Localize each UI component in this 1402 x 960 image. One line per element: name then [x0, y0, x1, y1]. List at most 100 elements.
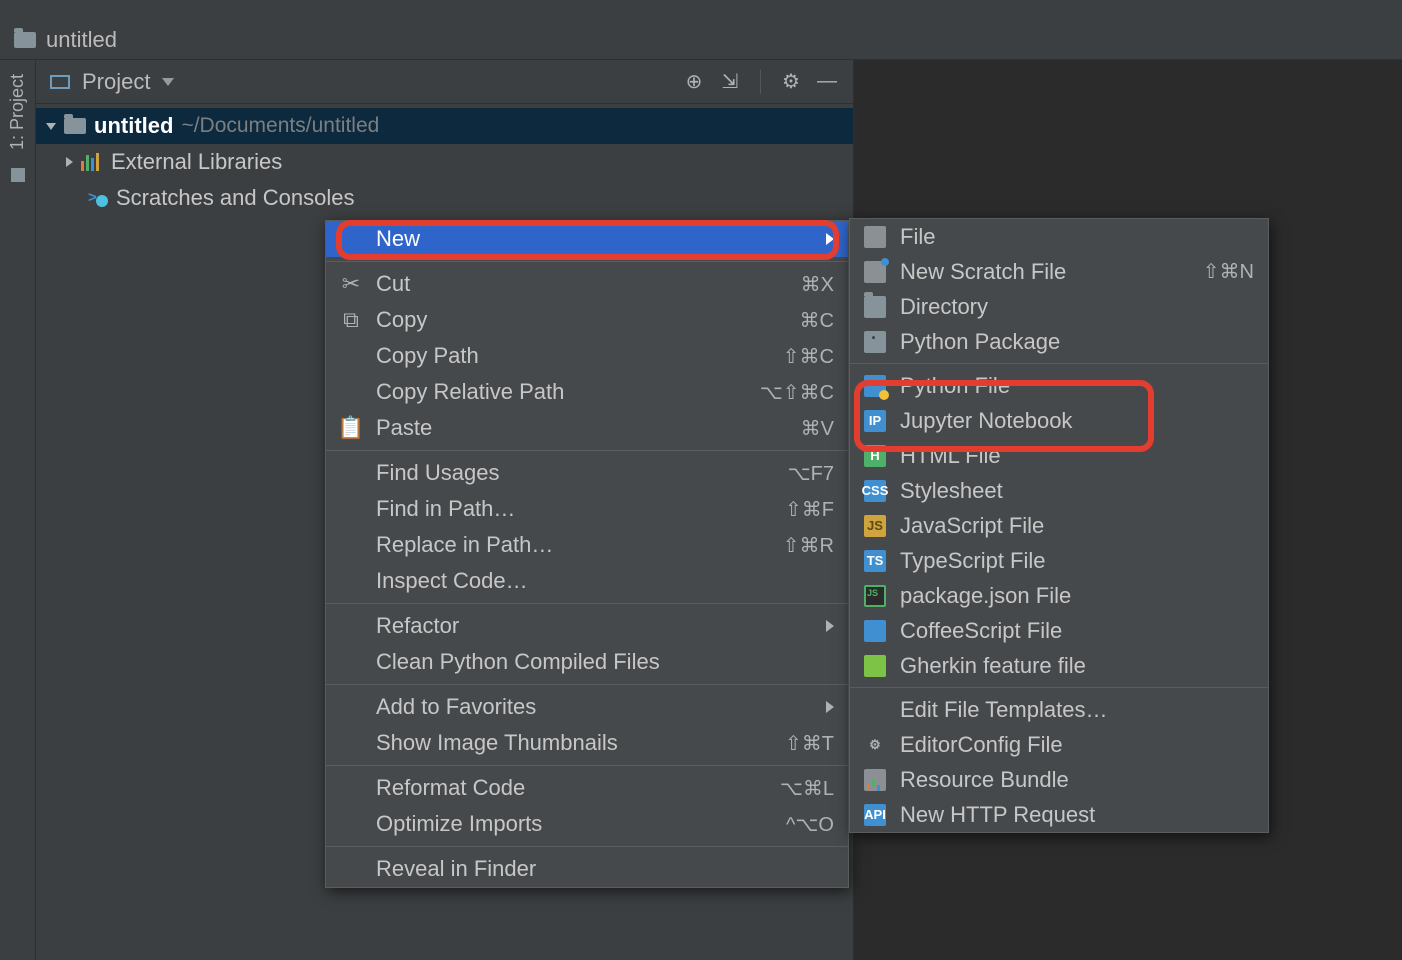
js-icon: JS [864, 515, 886, 537]
menu-icon: ✂ [340, 271, 362, 297]
menu-item-copy-relative-path[interactable]: Copy Relative Path⌥⇧⌘C [326, 374, 848, 410]
menu-item-optimize-imports[interactable]: Optimize Imports^⌥O [326, 806, 848, 842]
menu-shortcut: ⇧⌘T [785, 731, 834, 756]
submenu-item-gherkin-feature-file[interactable]: Gherkin feature file [850, 648, 1268, 683]
submenu-item-new-http-request[interactable]: APINew HTTP Request [850, 797, 1268, 832]
new-submenu[interactable]: File New Scratch File⇧⌘N Directory Python P… [849, 218, 1269, 833]
menu-shortcut: ⌥⇧⌘C [760, 380, 834, 405]
submenu-label: Stylesheet [900, 478, 1254, 504]
menu-shortcut: ⇧⌘C [783, 344, 834, 369]
menu-item-clean-python-compiled-files[interactable]: Clean Python Compiled Files [326, 644, 848, 680]
submenu-item-package-json-file[interactable]: package.json File [850, 578, 1268, 613]
libraries-icon [81, 153, 103, 171]
menu-shortcut: ⌥⌘L [780, 776, 834, 801]
panel-title[interactable]: Project [82, 69, 150, 95]
expand-arrow-icon[interactable] [66, 157, 73, 167]
menu-item-show-image-thumbnails[interactable]: Show Image Thumbnails⇧⌘T [326, 725, 848, 761]
menu-label: Refactor [376, 613, 812, 639]
tool-window-stripe[interactable]: 1: Project [0, 60, 36, 960]
menu-label: Inspect Code… [376, 568, 834, 594]
menu-item-refactor[interactable]: Refactor [326, 608, 848, 644]
locate-icon[interactable]: ⊕ [682, 70, 706, 94]
submenu-label: JavaScript File [900, 513, 1254, 539]
py-icon [864, 375, 886, 397]
file-icon [864, 226, 886, 248]
submenu-item-jupyter-notebook[interactable]: IP Jupyter Notebook [850, 403, 1268, 438]
hide-panel-icon[interactable]: — [815, 70, 839, 94]
menu-item-reveal-in-finder[interactable]: Reveal in Finder [326, 851, 848, 887]
scratches-icon: >_ [86, 189, 108, 207]
submenu-label: TypeScript File [900, 548, 1254, 574]
menu-separator [326, 603, 848, 604]
submenu-item-python-package[interactable]: Python Package [850, 324, 1268, 359]
menu-label: Clean Python Compiled Files [376, 649, 834, 675]
project-tool-tab[interactable]: 1: Project [7, 74, 28, 150]
menu-shortcut: ^⌥O [786, 812, 834, 837]
submenu-item-python-file[interactable]: Python File [850, 368, 1268, 403]
dir-icon [864, 296, 886, 318]
project-tree[interactable]: untitled ~/Documents/untitled External L… [36, 104, 853, 220]
menu-label: Cut [376, 271, 787, 297]
chevron-down-icon[interactable] [162, 78, 174, 86]
menu-item-replace-in-path[interactable]: Replace in Path…⇧⌘R [326, 527, 848, 563]
submenu-label: Jupyter Notebook [900, 408, 1254, 434]
css-icon: CSS [864, 480, 886, 502]
menu-item-reformat-code[interactable]: Reformat Code⌥⌘L [326, 770, 848, 806]
breadcrumb-project: untitled [46, 27, 117, 53]
gherkin-icon [864, 655, 886, 677]
context-menu[interactable]: New✂Cut⌘X⧉Copy⌘CCopy Path⇧⌘CCopy Relativ… [325, 220, 849, 888]
menu-separator [850, 687, 1268, 688]
submenu-label: Gherkin feature file [900, 653, 1254, 679]
submenu-label: Python Package [900, 329, 1254, 355]
collapse-all-icon[interactable]: ⇲ [718, 70, 742, 94]
jup-icon: IP [864, 410, 886, 432]
menu-item-new[interactable]: New [326, 221, 848, 257]
project-panel: Project ⊕ ⇲ ⚙ — untitled ~/Documents/unt… [36, 60, 854, 960]
expand-arrow-icon[interactable] [46, 123, 56, 130]
submenu-item-typescript-file[interactable]: TSTypeScript File [850, 543, 1268, 578]
submenu-item-stylesheet[interactable]: CSS Stylesheet [850, 473, 1268, 508]
menu-item-find-usages[interactable]: Find Usages⌥F7 [326, 455, 848, 491]
coffee-icon [864, 620, 886, 642]
project-view-icon [50, 75, 70, 89]
tree-scratches[interactable]: >_ Scratches and Consoles [36, 180, 853, 216]
submenu-label: Python File [900, 373, 1254, 399]
menu-item-cut[interactable]: ✂ Cut ⌘X [326, 266, 848, 302]
submenu-label: Resource Bundle [900, 767, 1254, 793]
menu-item-copy[interactable]: ⧉Copy⌘C [326, 302, 848, 338]
menu-label: Copy [376, 307, 786, 333]
submenu-label: File [900, 224, 1254, 250]
menu-item-inspect-code[interactable]: Inspect Code… [326, 563, 848, 599]
menu-shortcut: ⌘C [800, 308, 834, 333]
menu-label: New [376, 226, 812, 252]
submenu-item-file[interactable]: File [850, 219, 1268, 254]
menu-shortcut: ⌥F7 [788, 461, 834, 486]
tree-root-path: ~/Documents/untitled [181, 114, 379, 138]
tree-external-libs[interactable]: External Libraries [36, 144, 853, 180]
menu-separator [326, 450, 848, 451]
folder-icon [14, 32, 36, 48]
tool-icon[interactable] [11, 168, 25, 182]
submenu-arrow-icon [826, 233, 834, 245]
submenu-item-resource-bundle[interactable]: Resource Bundle [850, 762, 1268, 797]
submenu-item-directory[interactable]: Directory [850, 289, 1268, 324]
tree-root[interactable]: untitled ~/Documents/untitled [36, 108, 853, 144]
breadcrumb: untitled [0, 20, 1402, 60]
menu-separator [326, 846, 848, 847]
menu-item-paste[interactable]: 📋Paste⌘V [326, 410, 848, 446]
submenu-item-html-file[interactable]: HHTML File [850, 438, 1268, 473]
submenu-item-new-scratch-file[interactable]: New Scratch File⇧⌘N [850, 254, 1268, 289]
submenu-item-javascript-file[interactable]: JS JavaScript File [850, 508, 1268, 543]
json-icon [864, 585, 886, 607]
submenu-item-edit-file-templates[interactable]: Edit File Templates… [850, 692, 1268, 727]
menu-shortcut: ⌘X [801, 272, 834, 297]
tree-item-label: Scratches and Consoles [116, 185, 354, 211]
submenu-item-coffeescript-file[interactable]: CoffeeScript File [850, 613, 1268, 648]
menu-shortcut: ⇧⌘F [785, 497, 834, 522]
gear-icon[interactable]: ⚙ [779, 70, 803, 94]
menu-item-add-to-favorites[interactable]: Add to Favorites [326, 689, 848, 725]
submenu-label: Directory [900, 294, 1254, 320]
menu-item-find-in-path[interactable]: Find in Path…⇧⌘F [326, 491, 848, 527]
submenu-item-editorconfig-file[interactable]: ⚙EditorConfig File [850, 727, 1268, 762]
menu-item-copy-path[interactable]: Copy Path⇧⌘C [326, 338, 848, 374]
